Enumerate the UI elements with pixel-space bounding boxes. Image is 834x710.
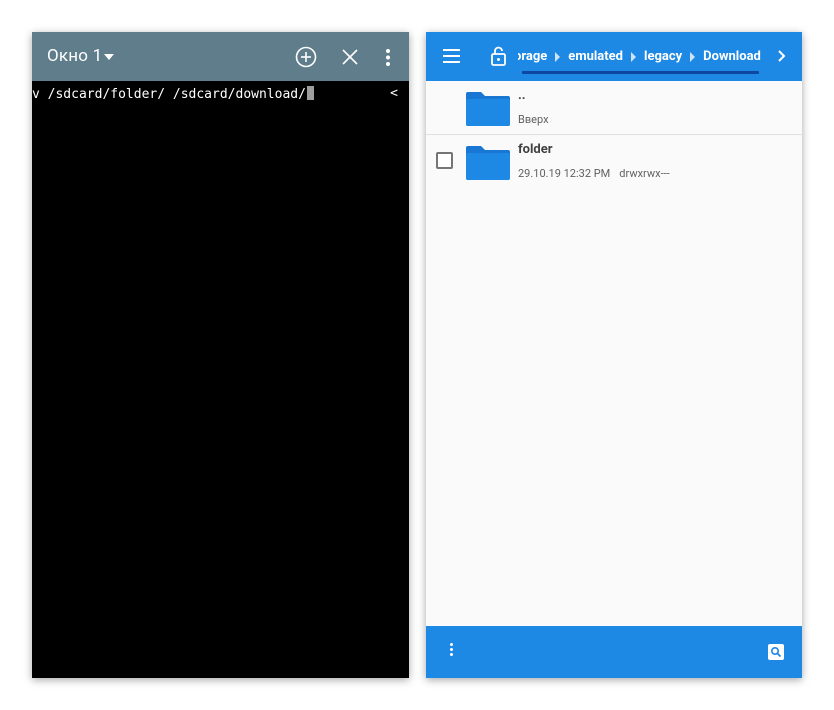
add-window-button[interactable] <box>293 44 319 70</box>
item-subtitle: Вверх <box>518 113 549 126</box>
add-circle-icon <box>295 46 317 68</box>
breadcrumb-separator-icon <box>631 51 636 62</box>
file-manager-header: orage emulated legacy Download <box>426 32 802 81</box>
terminal-toolbar: Окно 1 <box>32 32 409 81</box>
terminal-menu-button[interactable] <box>378 44 404 70</box>
command-text: v /sdcard/folder/ /sdcard/download/ <box>32 87 306 102</box>
list-item-folder[interactable]: folder 29.10.19 12:32 PM drwxrwx--- <box>426 136 802 188</box>
breadcrumb-item-storage[interactable]: orage <box>518 49 547 64</box>
text-cursor <box>306 86 314 100</box>
terminal-window: Окно 1 v /sdcard/folder/ /sdcard/downloa… <box>32 32 409 678</box>
item-date: 29.10.19 12:32 PM <box>518 167 611 180</box>
item-name: .. <box>518 88 526 103</box>
breadcrumb-item-legacy[interactable]: legacy <box>644 49 682 64</box>
chevron-right-icon[interactable] <box>776 48 788 64</box>
folder-icon <box>466 92 510 126</box>
dropdown-arrow-icon <box>104 53 115 60</box>
more-vert-icon[interactable] <box>450 643 454 658</box>
close-window-button[interactable] <box>337 44 363 70</box>
search-icon[interactable] <box>768 644 784 660</box>
terminal-screen[interactable]: v /sdcard/folder/ /sdcard/download/ < <box>32 81 409 678</box>
item-permissions: drwxrwx--- <box>619 167 670 180</box>
overflow-marker: < <box>390 86 398 101</box>
bottom-toolbar <box>426 626 802 678</box>
close-icon <box>342 49 358 65</box>
window-selector[interactable]: Окно 1 <box>47 46 115 66</box>
breadcrumb-scroll-indicator <box>522 71 759 74</box>
item-name: folder <box>518 142 553 157</box>
file-manager-window: orage emulated legacy Download .. Вверх <box>426 32 802 678</box>
breadcrumb-separator-icon <box>555 51 561 62</box>
breadcrumb-item-emulated[interactable]: emulated <box>568 49 623 64</box>
breadcrumb-separator-icon <box>690 51 696 62</box>
folder-icon <box>466 146 510 180</box>
item-details: 29.10.19 12:32 PM drwxrwx--- <box>518 167 670 180</box>
more-vert-icon <box>386 49 390 66</box>
select-checkbox[interactable] <box>436 152 453 169</box>
breadcrumb-item-download[interactable]: Download <box>703 49 761 64</box>
menu-icon[interactable] <box>443 49 460 63</box>
command-line: v /sdcard/folder/ /sdcard/download/ <box>32 86 314 102</box>
window-title: Окно 1 <box>47 46 103 66</box>
lock-open-icon[interactable] <box>489 45 509 67</box>
list-item-parent-dir[interactable]: .. Вверх <box>426 82 802 135</box>
